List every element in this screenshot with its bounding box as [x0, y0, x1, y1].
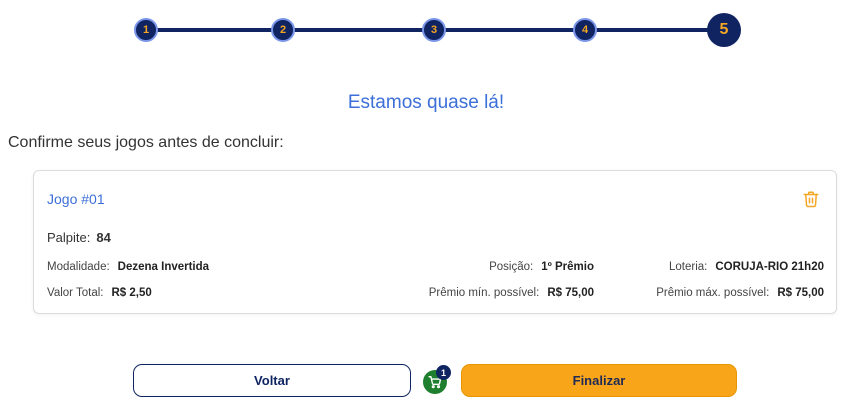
loteria-label: Loteria:: [669, 261, 708, 273]
palpite-label: Palpite:: [47, 230, 91, 245]
modalidade-label: Modalidade:: [47, 261, 110, 273]
posicao-field: Posição: 1º Prêmio: [387, 261, 594, 273]
back-button[interactable]: Voltar: [133, 364, 411, 397]
game-card: Jogo #01 Palpite: 84 Modalidade: Dezena In…: [33, 170, 837, 314]
cart-count-badge: 1: [436, 365, 451, 380]
loteria-value: CORUJA-RIO 21h20: [715, 261, 824, 273]
progress-stepper: 1 2 3 4 5: [0, 0, 852, 60]
premio-min-value: R$ 75,00: [547, 287, 594, 299]
modalidade-field: Modalidade: Dezena Invertida: [47, 261, 209, 273]
premio-max-label: Prêmio máx. possível:: [656, 287, 770, 299]
premio-max-field: Prêmio máx. possível: R$ 75,00: [656, 287, 824, 299]
game-details-row-2: Valor Total: R$ 2,50 Prêmio mín. possível…: [47, 287, 824, 303]
step-2[interactable]: 2: [271, 18, 295, 42]
page-heading: Estamos quase lá!: [347, 92, 505, 113]
step-5-active: 5: [707, 13, 741, 47]
palpite-value: 84: [96, 230, 111, 245]
valor-total-label: Valor Total:: [47, 287, 104, 299]
page-subheading: Confirme seus jogos antes de concluir:: [8, 134, 284, 151]
palpite-field: Palpite: 84: [47, 230, 111, 245]
step-3[interactable]: 3: [422, 18, 446, 42]
premio-min-field: Prêmio mín. possível: R$ 75,00: [287, 287, 594, 299]
valor-total-value: R$ 2,50: [111, 287, 152, 299]
loteria-field: Loteria: CORUJA-RIO 21h20: [669, 261, 824, 273]
game-details-row-1: Modalidade: Dezena Invertida Posição: 1º P…: [47, 261, 824, 277]
posicao-label: Posição:: [489, 261, 534, 273]
finish-button[interactable]: Finalizar: [461, 364, 737, 397]
step-1[interactable]: 1: [134, 18, 158, 42]
premio-min-label: Prêmio mín. possível:: [428, 287, 540, 299]
modalidade-value: Dezena Invertida: [117, 261, 210, 273]
game-title: Jogo #01: [47, 191, 105, 207]
premio-max-value: R$ 75,00: [777, 287, 824, 299]
posicao-value: 1º Prêmio: [541, 261, 594, 273]
step-4[interactable]: 4: [573, 18, 597, 42]
trash-icon[interactable]: [802, 190, 820, 208]
valor-total-field: Valor Total: R$ 2,50: [47, 287, 152, 299]
